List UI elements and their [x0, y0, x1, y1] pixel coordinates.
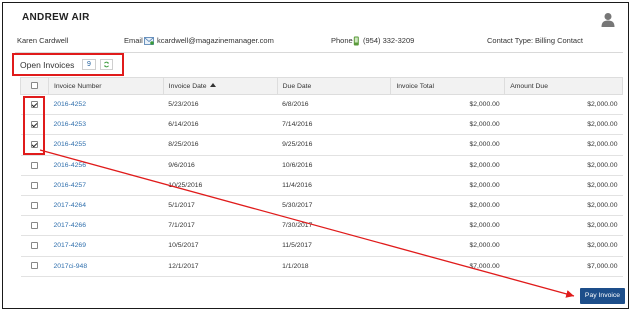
amount-due: $2,000.00: [504, 93, 623, 116]
select-all-cell: [20, 77, 49, 95]
row-select-cell: [20, 215, 49, 237]
column-due-date[interactable]: Due Date: [276, 77, 392, 95]
amount-due: $2,000.00: [504, 215, 623, 237]
amount-due: $2,000.00: [504, 114, 623, 136]
row-select-cell: [20, 154, 49, 176]
company-name: ANDREW AIR: [22, 12, 90, 23]
invoice-number-link[interactable]: 2017-4264: [48, 194, 164, 217]
table-row[interactable]: 2016-4257 10/25/2016 11/4/2016 $2,000.00 $2,…: [20, 174, 623, 196]
mail-icon[interactable]: [144, 37, 154, 45]
row-select-cell: [20, 194, 49, 217]
invoice-date: 8/25/2016: [163, 134, 278, 156]
contact-type-value: Billing Contact: [535, 36, 583, 45]
table-row[interactable]: 2017-4269 10/5/2017 11/5/2017 $2,000.00 $2,0…: [20, 235, 623, 257]
email-label: Email: [124, 36, 143, 45]
due-date: 7/30/2017: [277, 215, 391, 237]
table-row[interactable]: 2016-4253 6/14/2016 7/14/2016 $2,000.00 $2,0…: [20, 114, 623, 136]
refresh-icon[interactable]: [100, 59, 113, 70]
column-invoice-date[interactable]: Invoice Date: [162, 77, 278, 95]
selected-checkboxes-highlight: [23, 96, 45, 155]
invoice-number-link[interactable]: 2017ci-948: [48, 255, 164, 277]
phone-value: (954) 332-3209: [363, 36, 415, 45]
invoices-table-body: 2016-4252 5/23/2016 6/8/2016 $2,000.00 $2,00…: [20, 93, 623, 277]
table-header-row: Invoice Number Invoice Date Due Date Inv…: [20, 77, 623, 95]
due-date: 9/25/2016: [277, 134, 391, 156]
invoice-number-link[interactable]: 2016-4256: [48, 154, 164, 176]
amount-due: $2,000.00: [504, 134, 623, 156]
pay-invoice-button[interactable]: Pay Invoice: [580, 288, 625, 304]
invoice-number-link[interactable]: 2016-4253: [48, 114, 164, 136]
phone-icon[interactable]: [353, 36, 360, 46]
row-select-cell: [20, 174, 49, 196]
invoice-total: $2,000.00: [390, 114, 505, 136]
row-checkbox[interactable]: [30, 242, 38, 250]
row-checkbox[interactable]: [30, 222, 38, 230]
invoice-number-link[interactable]: 2017-4269: [48, 235, 164, 257]
open-invoices-label: Open Invoices: [20, 60, 75, 70]
column-invoice-number[interactable]: Invoice Number: [47, 77, 164, 95]
contact-name: Karen Cardwell: [17, 36, 69, 45]
due-date: 1/1/2018: [277, 255, 391, 277]
table-row[interactable]: 2016-4252 5/23/2016 6/8/2016 $2,000.00 $2,00…: [20, 93, 623, 116]
column-invoice-total[interactable]: Invoice Total: [390, 77, 506, 95]
select-all-checkbox[interactable]: [30, 82, 38, 90]
amount-due: $2,000.00: [504, 174, 623, 196]
invoice-total: $2,000.00: [390, 174, 505, 196]
open-invoices-header: Open Invoices 9: [12, 53, 124, 76]
table-row[interactable]: 2016-4255 8/25/2016 9/25/2016 $2,000.00 $2,0…: [20, 134, 623, 156]
invoice-number-link[interactable]: 2016-4257: [48, 174, 164, 196]
row-checkbox[interactable]: [30, 161, 38, 169]
invoice-date: 12/1/2017: [163, 255, 278, 277]
sort-ascending-icon: [209, 82, 216, 87]
email-value[interactable]: kcardwell@magazinemanager.com: [157, 36, 274, 45]
row-checkbox[interactable]: [30, 262, 38, 270]
due-date: 11/4/2016: [277, 174, 391, 196]
invoice-date: 7/1/2017: [163, 215, 278, 237]
contact-type-label: Contact Type:: [487, 36, 534, 45]
column-amount-due[interactable]: Amount Due: [504, 77, 623, 95]
invoices-table: Invoice Number Invoice Date Due Date Inv…: [20, 77, 623, 277]
amount-due: $2,000.00: [504, 154, 623, 176]
phone-label: Phone: [331, 36, 353, 45]
contact-info: Karen Cardwell Email kcardwell@magazinem…: [0, 36, 632, 48]
invoice-date: 5/23/2016: [163, 93, 278, 116]
invoice-date: 5/1/2017: [163, 194, 278, 217]
due-date: 11/5/2017: [277, 235, 391, 257]
person-icon[interactable]: [601, 12, 615, 27]
invoice-date: 10/25/2016: [163, 174, 278, 196]
due-date: 5/30/2017: [277, 194, 391, 217]
invoice-total: $7,000.00: [390, 255, 505, 277]
amount-due: $7,000.00: [504, 255, 623, 277]
amount-due: $2,000.00: [504, 235, 623, 257]
invoice-number-link[interactable]: 2017-4266: [48, 215, 164, 237]
invoice-total: $2,000.00: [390, 215, 505, 237]
row-select-cell: [20, 255, 49, 277]
due-date: 6/8/2016: [277, 93, 391, 116]
invoice-number-link[interactable]: 2016-4252: [48, 93, 164, 116]
invoice-total: $2,000.00: [390, 93, 505, 116]
due-date: 10/6/2016: [277, 154, 391, 176]
invoice-date: 10/5/2017: [163, 235, 278, 257]
invoice-number-link[interactable]: 2016-4255: [48, 134, 164, 156]
invoice-date: 6/14/2016: [163, 114, 278, 136]
table-row[interactable]: 2016-4256 9/6/2016 10/6/2016 $2,000.00 $2,00…: [20, 154, 623, 176]
table-row[interactable]: 2017ci-948 12/1/2017 1/1/2018 $7,000.00 $7,0…: [20, 255, 623, 277]
table-row[interactable]: 2017-4264 5/1/2017 5/30/2017 $2,000.00 $2,00…: [20, 194, 623, 217]
amount-due: $2,000.00: [504, 194, 623, 217]
due-date: 7/14/2016: [277, 114, 391, 136]
invoice-total: $2,000.00: [390, 194, 505, 217]
invoice-total: $2,000.00: [390, 235, 505, 257]
open-invoices-count: 9: [82, 59, 96, 70]
invoice-date: 9/6/2016: [163, 154, 278, 176]
row-checkbox[interactable]: [30, 201, 38, 209]
invoice-total: $2,000.00: [390, 134, 505, 156]
row-checkbox[interactable]: [30, 181, 38, 189]
row-select-cell: [20, 235, 49, 257]
table-row[interactable]: 2017-4266 7/1/2017 7/30/2017 $2,000.00 $2,00…: [20, 215, 623, 237]
invoice-total: $2,000.00: [390, 154, 505, 176]
